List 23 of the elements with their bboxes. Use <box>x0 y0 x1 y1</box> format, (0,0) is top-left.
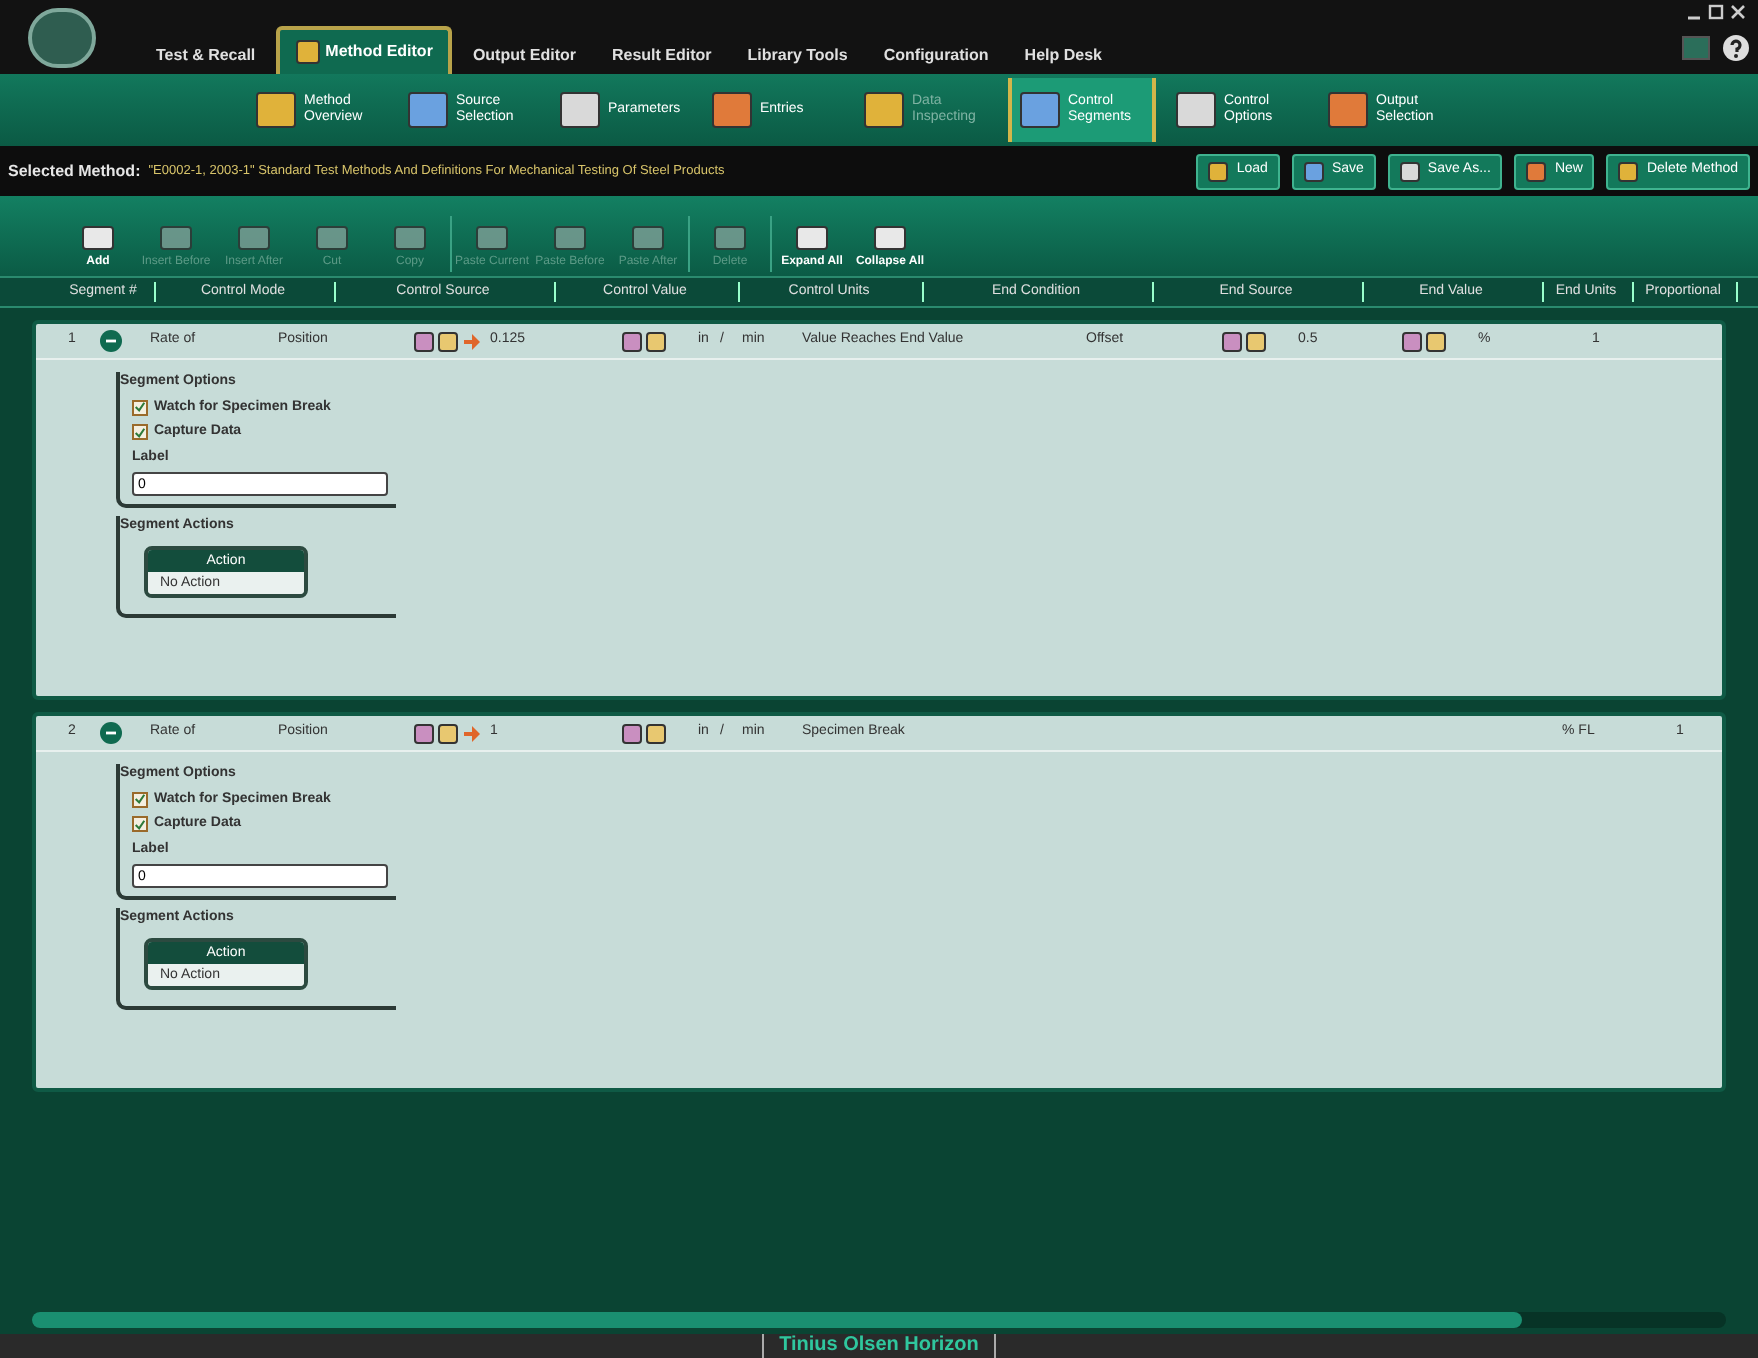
maximize-icon[interactable] <box>1708 4 1724 20</box>
arrow-icon[interactable] <box>462 723 482 743</box>
main-tab[interactable]: Test & Recall <box>140 38 272 74</box>
status-bar-title: Tinius Olsen Horizon <box>761 1334 997 1358</box>
checkbox[interactable] <box>132 424 148 441</box>
minus-icon <box>104 334 118 348</box>
main-tab[interactable]: Result Editor <box>595 38 728 74</box>
expand-toggle[interactable] <box>100 330 122 352</box>
minus-icon <box>104 726 118 740</box>
checkbox[interactable] <box>132 791 148 808</box>
close-icon[interactable] <box>1730 4 1746 20</box>
logo-icon <box>28 8 96 68</box>
main-tab[interactable]: Library Tools <box>731 38 864 74</box>
selected-method-label: Selected Method: <box>8 159 141 183</box>
checkbox[interactable] <box>132 816 148 833</box>
help-icon[interactable] <box>1722 34 1750 62</box>
expand-toggle[interactable] <box>100 722 122 744</box>
main-tab[interactable]: Output Editor <box>456 38 592 74</box>
main-tab[interactable]: Configuration <box>867 38 1005 74</box>
main-tab[interactable]: Help Desk <box>1008 38 1118 74</box>
checkbox[interactable] <box>132 399 148 416</box>
arrow-icon[interactable] <box>462 331 482 351</box>
main-tab[interactable]: Method Editor <box>275 26 453 74</box>
